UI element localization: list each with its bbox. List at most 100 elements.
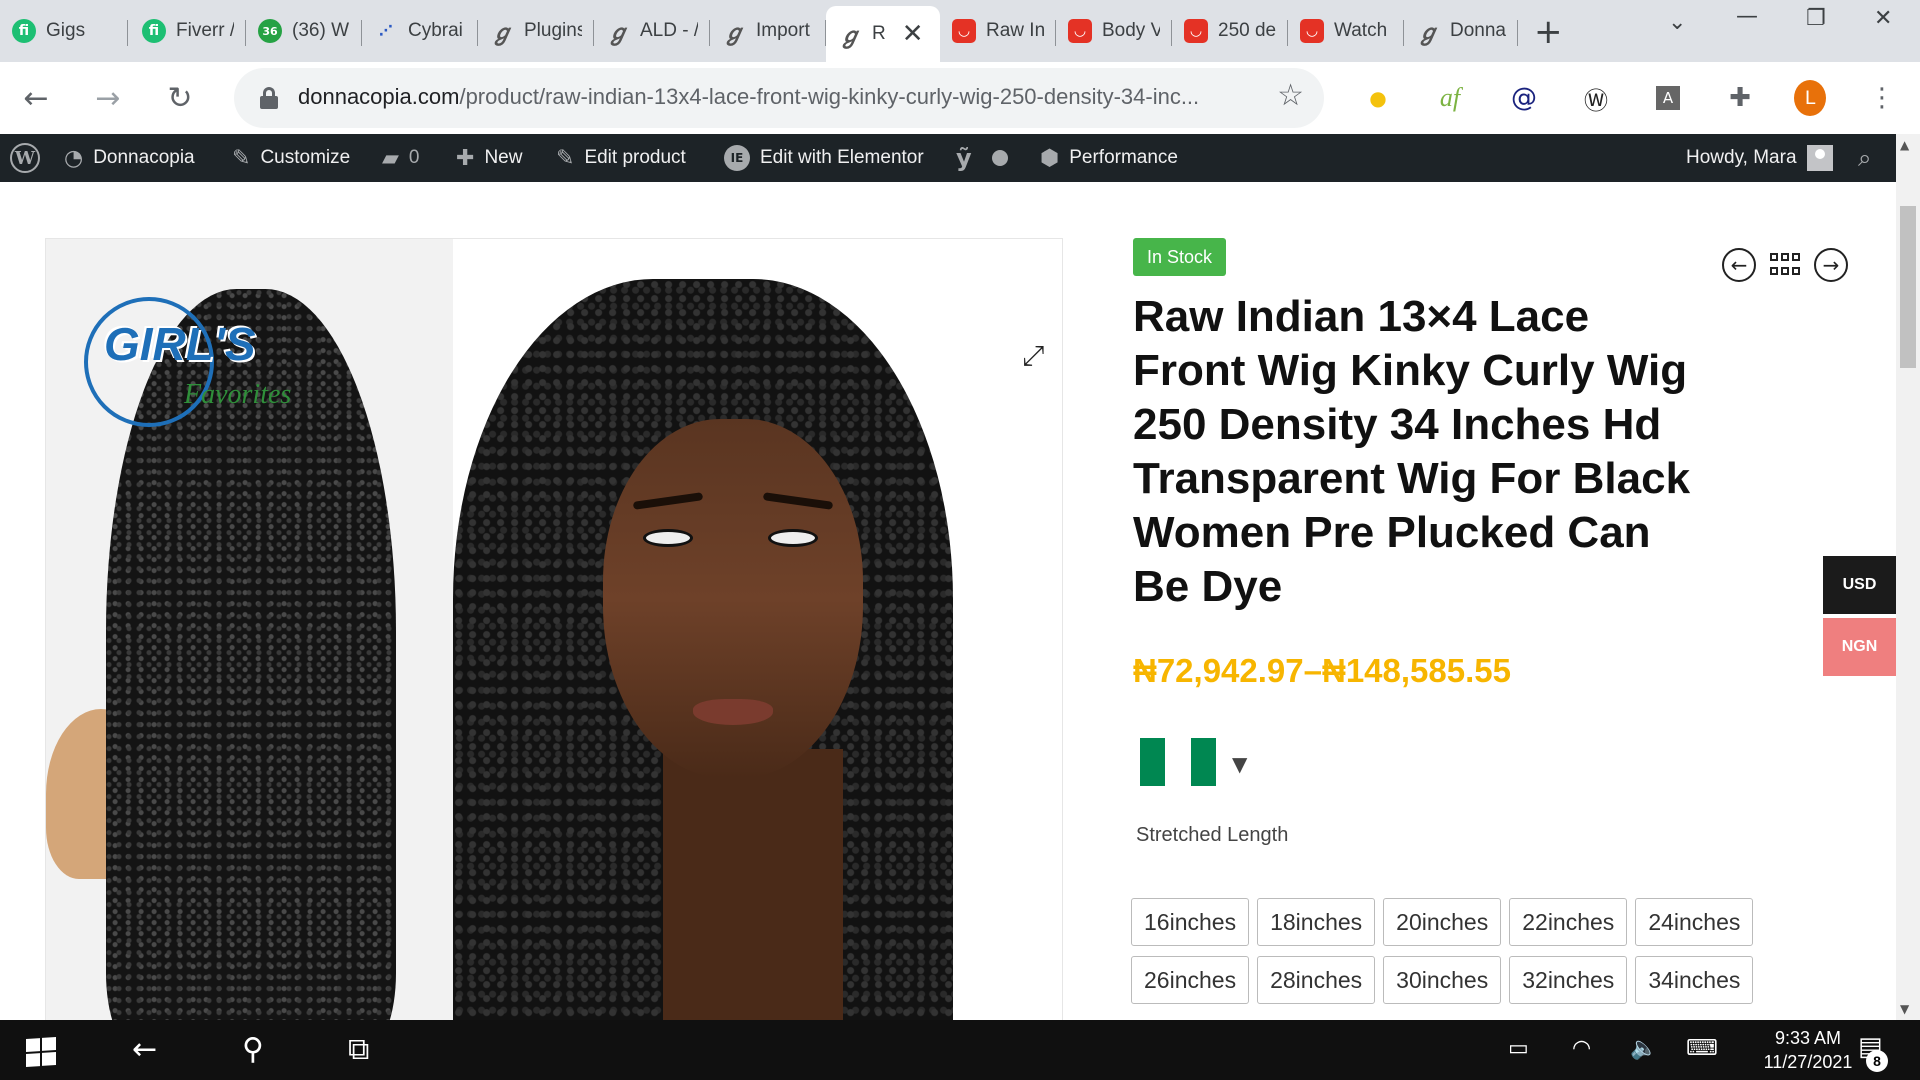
scroll-down-arrow-icon[interactable]: ▼: [1900, 1002, 1909, 1016]
site-name-menu[interactable]: ◔ Donnacopia: [64, 134, 195, 182]
length-option-button[interactable]: 24inches: [1635, 898, 1754, 946]
aliexpress-icon: ◡: [952, 19, 976, 43]
extensions-puzzle-icon[interactable]: ✚: [1724, 82, 1756, 114]
tab-label: R: [872, 23, 886, 44]
tab-label: Donna: [1450, 20, 1506, 41]
close-window-button[interactable]: ✕: [1874, 6, 1892, 31]
admin-search-icon[interactable]: ⌕: [1858, 134, 1871, 182]
whatsapp-36-icon: 36: [258, 19, 282, 43]
address-bar[interactable]: donnacopia.com/product/raw-indian-13x4-l…: [234, 68, 1324, 128]
new-tab-button[interactable]: +: [1534, 12, 1563, 52]
minimize-button[interactable]: —: [1736, 4, 1758, 29]
shop-grid-icon[interactable]: [1770, 253, 1800, 277]
length-option-button[interactable]: 34inches: [1635, 956, 1754, 1004]
profile-avatar[interactable]: L: [1794, 80, 1826, 116]
edit-product-link[interactable]: ✎ Edit product: [556, 134, 686, 182]
browser-tab[interactable]: ℊ Donna: [1404, 8, 1518, 54]
yoast-seo-menu[interactable]: ỹ: [956, 134, 1008, 182]
product-image-gallery[interactable]: GIRL'S Favorites ⤢: [45, 238, 1063, 1020]
fullscreen-expand-icon[interactable]: ⤢: [1022, 339, 1044, 373]
extension-a-icon[interactable]: A: [1652, 82, 1684, 114]
length-option-button[interactable]: 32inches: [1509, 956, 1628, 1004]
plus-icon: ✚: [456, 145, 475, 171]
length-option-button[interactable]: 20inches: [1383, 898, 1502, 946]
user-account-menu[interactable]: Howdy, Mara: [1686, 134, 1833, 182]
tab-search-icon[interactable]: ⌄: [1668, 10, 1686, 35]
length-option-button[interactable]: 28inches: [1257, 956, 1376, 1004]
edit-with-elementor-link[interactable]: IE Edit with Elementor: [724, 134, 924, 182]
stock-status-badge: In Stock: [1133, 238, 1227, 276]
browser-tab[interactable]: ◡ 250 de: [1172, 8, 1288, 54]
browser-tab[interactable]: ℊ Plugins: [478, 8, 594, 54]
browser-tab[interactable]: fi Fiverr /: [130, 8, 246, 54]
elementor-icon: ℊ: [1416, 20, 1439, 46]
forward-button[interactable]: →: [86, 76, 130, 120]
keyboard-icon[interactable]: ⌨: [1686, 1036, 1718, 1061]
page-scrollbar[interactable]: ▲ ▼: [1896, 134, 1920, 1020]
flag-dropdown-arrow-icon[interactable]: ▼: [1232, 752, 1247, 776]
length-option-button[interactable]: 26inches: [1131, 956, 1250, 1004]
wp-logo-menu[interactable]: W: [10, 134, 40, 182]
previous-product-icon[interactable]: ←: [1722, 248, 1756, 282]
new-content-menu[interactable]: ✚ New: [456, 134, 522, 182]
comments-menu[interactable]: ▰ 0: [382, 134, 420, 182]
extension-af-icon[interactable]: af: [1434, 82, 1466, 114]
close-tab-icon[interactable]: ✕: [902, 19, 924, 49]
taskbar-back-icon[interactable]: ←: [132, 1032, 157, 1067]
nigeria-flag-icon[interactable]: [1140, 738, 1216, 786]
brush-icon: ✎: [232, 145, 251, 171]
tab-label: Import: [756, 20, 810, 41]
browser-tab[interactable]: ℊ R ✕: [826, 6, 940, 62]
volume-icon[interactable]: 🔈: [1630, 1036, 1657, 1061]
browser-tab[interactable]: ◡ Watch: [1288, 8, 1404, 54]
browser-tab[interactable]: fi Gigs: [0, 8, 128, 54]
left-eye: [643, 529, 693, 547]
flag-stripe-center: [1165, 738, 1191, 786]
scroll-thumb[interactable]: [1900, 206, 1916, 368]
browser-menu-icon[interactable]: ⋮: [1866, 82, 1898, 114]
performance-menu[interactable]: ⬢ Performance: [1040, 134, 1178, 182]
extension-bulb-icon[interactable]: ●: [1362, 82, 1394, 114]
currency-usd-button[interactable]: USD: [1823, 556, 1896, 614]
currency-ngn-button[interactable]: NGN: [1823, 618, 1896, 676]
system-clock[interactable]: 9:33 AM 11/27/2021: [1748, 1026, 1868, 1074]
elementor-icon: ℊ: [606, 20, 629, 46]
browser-tab[interactable]: 36 (36) W: [246, 8, 362, 54]
back-button[interactable]: ←: [14, 76, 58, 120]
customize-menu[interactable]: ✎ Customize: [232, 134, 350, 182]
taskbar-search-icon[interactable]: ⚲: [242, 1032, 264, 1067]
elementor-icon: IE: [724, 145, 750, 171]
performance-label: Performance: [1069, 147, 1178, 168]
browser-tab[interactable]: ℊ Import: [710, 8, 826, 54]
elementor-icon: ℊ: [838, 23, 861, 49]
browser-tab[interactable]: ◡ Body V: [1056, 8, 1172, 54]
extension-at-icon[interactable]: @: [1508, 82, 1540, 114]
reload-button[interactable]: ↻: [158, 76, 202, 120]
tab-label: Raw In: [986, 20, 1044, 41]
next-product-icon[interactable]: →: [1814, 248, 1848, 282]
clock-time: 9:33 AM: [1774, 1028, 1842, 1048]
browser-tab[interactable]: ⋰ Cybrai: [362, 8, 478, 54]
wifi-icon[interactable]: ◠: [1572, 1036, 1591, 1061]
browser-tab[interactable]: ℊ ALD - /: [594, 8, 710, 54]
windows-start-icon[interactable]: [26, 1036, 56, 1068]
extension-wordpress-icon[interactable]: Ⓦ: [1580, 82, 1612, 115]
performance-icon: ⬢: [1040, 145, 1060, 171]
task-view-icon[interactable]: ⧉: [348, 1032, 369, 1067]
restore-button[interactable]: ❐: [1806, 6, 1826, 31]
length-option-button[interactable]: 16inches: [1131, 898, 1250, 946]
battery-icon[interactable]: ▭: [1508, 1036, 1529, 1061]
aliexpress-icon: ◡: [1184, 19, 1208, 43]
aliexpress-icon: ◡: [1300, 19, 1324, 43]
lock-icon[interactable]: [260, 87, 278, 109]
product-title: Raw Indian 13×4 Lace Front Wig Kinky Cur…: [1133, 292, 1691, 611]
pencil-icon: ✎: [556, 145, 575, 171]
bookmark-star-icon[interactable]: ☆: [1277, 78, 1304, 113]
browser-tab[interactable]: ◡ Raw In: [940, 8, 1056, 54]
length-option-button[interactable]: 30inches: [1383, 956, 1502, 1004]
clock-date: 11/27/2021: [1763, 1052, 1853, 1072]
scroll-up-arrow-icon[interactable]: ▲: [1900, 138, 1909, 152]
url-text[interactable]: donnacopia.com/product/raw-indian-13x4-l…: [298, 84, 1199, 110]
length-option-button[interactable]: 18inches: [1257, 898, 1376, 946]
length-option-button[interactable]: 22inches: [1509, 898, 1628, 946]
